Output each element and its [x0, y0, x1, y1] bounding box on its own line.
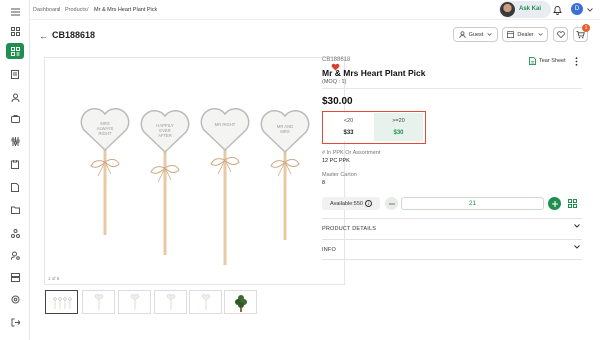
accordion-title: INFO — [322, 247, 336, 253]
tear-sheet-icon — [529, 57, 536, 65]
pick-label-3: MR RIGHT — [214, 122, 236, 127]
chevron-down-icon — [574, 224, 580, 228]
ppk-value: 12 PC PPK — [322, 158, 350, 164]
breadcrumb-separator: / — [58, 7, 60, 13]
guest-label: Guest — [468, 31, 484, 38]
accordion-title: PRODUCT DETAILS — [322, 226, 377, 232]
accordion-product-details[interactable]: PRODUCT DETAILS — [322, 218, 582, 239]
dealer-select[interactable]: Dealer — [502, 27, 548, 42]
grid-view-icon[interactable] — [568, 199, 577, 210]
chevron-down-icon — [537, 33, 543, 36]
carton-value: 8 — [322, 180, 326, 186]
cart-button[interactable]: 1 — [573, 24, 590, 42]
store-icon — [507, 31, 515, 38]
cart-badge: 1 — [582, 24, 590, 32]
top-bar: Dashboard / Products / Mr & Mrs Heart Pl… — [30, 0, 600, 20]
thumbnail-1[interactable] — [45, 290, 78, 314]
document-icon[interactable] — [8, 180, 22, 194]
decrease-button[interactable] — [385, 197, 398, 210]
availability-badge: Available:550 i — [322, 197, 380, 210]
network-icon[interactable] — [8, 226, 22, 240]
catalog-icon[interactable] — [8, 67, 22, 81]
minus-icon — [388, 203, 395, 204]
product-title: Mr & Mrs Heart Plant Pick — [322, 68, 426, 78]
filters-icon[interactable] — [8, 134, 22, 148]
sidebar — [0, 0, 30, 340]
breadcrumb-current: Mr & Mrs Heart Plant Pick — [94, 7, 158, 13]
thumbnail-6[interactable] — [224, 290, 257, 314]
thumbnail-5[interactable] — [189, 290, 222, 314]
pick-label-1: MRS ALWAYS RIGHT — [96, 121, 114, 136]
dashboard-icon[interactable] — [8, 24, 22, 38]
quantity-input[interactable]: 21 — [401, 197, 544, 210]
avatar-initial: D — [574, 6, 580, 12]
increase-button[interactable] — [548, 197, 561, 210]
avatar[interactable]: D — [571, 3, 583, 15]
main-content: ← CB188618 Guest Dealer 1 MRS ALWAYS RIG… — [30, 20, 600, 340]
info-icon[interactable]: i — [364, 200, 372, 207]
image-counter: 1 of 6 — [48, 276, 60, 281]
divider — [322, 88, 582, 89]
breadcrumb-separator: / — [87, 7, 89, 13]
tear-sheet-link[interactable]: Tear Sheet — [529, 57, 566, 65]
tier-price: $33 — [343, 130, 354, 136]
heart-outline-icon — [556, 31, 565, 38]
chevron-down-icon — [574, 245, 580, 249]
thumbnail-2[interactable] — [82, 290, 115, 314]
pick-label-2: HAPPILY EVER AFTER — [156, 123, 174, 138]
accordion-info[interactable]: INFO — [322, 239, 582, 260]
product-image-viewer[interactable]: MRS ALWAYS RIGHT HAPPILY EVER AFTER MR R… — [44, 57, 345, 285]
product-moq: (MOQ : 1) — [322, 79, 347, 85]
quantity-value: 21 — [468, 200, 477, 207]
plus-icon — [551, 200, 558, 207]
logout-icon[interactable] — [8, 315, 22, 329]
thumbnail-4[interactable] — [154, 290, 187, 314]
guest-select[interactable]: Guest — [453, 27, 498, 42]
ppk-label: # In PPK Or Assortment — [322, 150, 381, 156]
user-settings-icon[interactable] — [8, 248, 22, 262]
tier-qty: <20 — [343, 118, 354, 124]
tier-cell-2: >=20 $30 — [374, 113, 423, 141]
bell-icon[interactable] — [553, 5, 562, 17]
tier-qty: >=20 — [392, 118, 405, 124]
clipboard-icon[interactable] — [8, 157, 22, 171]
page-title: CB188618 — [52, 30, 96, 40]
product-image — [80, 108, 310, 265]
pick-label-4: MR AND MRS — [276, 124, 294, 134]
back-arrow-icon[interactable]: ← — [39, 31, 48, 41]
tier-cell-1: <20 $33 — [324, 113, 373, 141]
price-tiers-table: <20 $33 >=20 $30 — [322, 111, 426, 144]
user-icon — [459, 31, 466, 38]
dealer-label: Dealer — [517, 31, 534, 38]
user-icon[interactable] — [8, 90, 22, 104]
tier-price: $30 — [393, 130, 404, 136]
carton-label: Master Carton — [322, 172, 357, 178]
product-sku: CB188618 — [322, 57, 351, 63]
user-name: Ask Kai — [519, 6, 542, 12]
folder-icon[interactable] — [8, 203, 22, 217]
product-price: $30.00 — [322, 96, 353, 107]
wishlist-button[interactable] — [553, 27, 568, 42]
breadcrumb-products[interactable]: Products — [65, 7, 87, 13]
store-icon[interactable] — [8, 270, 22, 284]
user-photo — [500, 2, 515, 17]
thumbnail-3[interactable] — [118, 290, 151, 314]
products-icon[interactable] — [6, 43, 24, 59]
menu-icon[interactable] — [8, 5, 22, 19]
more-options-icon[interactable] — [575, 57, 578, 68]
user-menu[interactable]: Ask Kai — [499, 1, 551, 18]
chevron-down-icon — [487, 33, 492, 36]
orders-icon[interactable] — [8, 112, 22, 126]
chevron-down-icon[interactable] — [587, 7, 593, 14]
availability-text: Available:550 — [330, 200, 363, 207]
gear-icon[interactable] — [8, 292, 22, 306]
breadcrumb-dashboard[interactable]: Dashboard — [33, 7, 60, 13]
